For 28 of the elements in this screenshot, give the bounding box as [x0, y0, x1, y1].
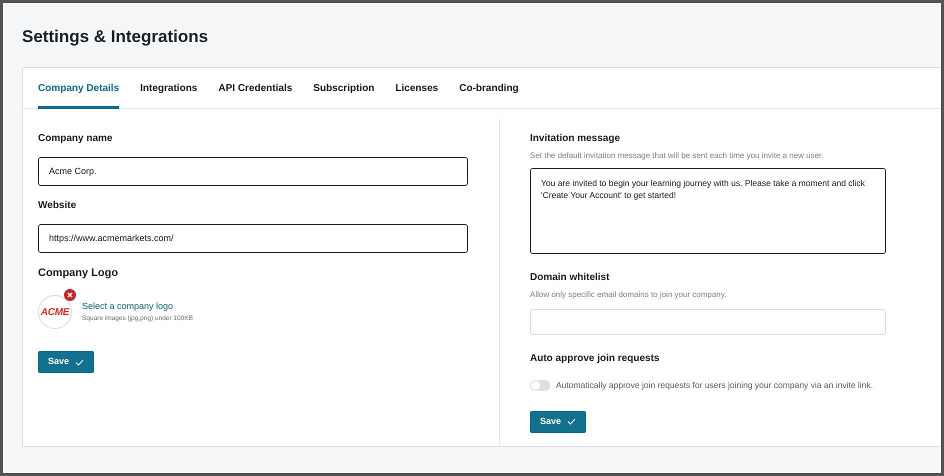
text-input[interactable]: https://www.acmemarkets.com/: [38, 224, 468, 253]
tab[interactable]: Integrations: [140, 68, 198, 109]
domain-input[interactable]: [530, 309, 886, 335]
select-logo-link[interactable]: Select a company logo: [82, 300, 193, 312]
tab[interactable]: Subscription: [313, 68, 374, 109]
field-label: Domain whitelist: [530, 271, 610, 285]
field-label: Company Logo: [38, 266, 120, 281]
message-textarea[interactable]: You are invited to begin your learning journey with us. Please take a moment and click 'Create Your Account' to get started!: [530, 168, 886, 254]
tab[interactable]: API Credentials: [218, 68, 292, 109]
tab[interactable]: Company Details: [38, 68, 120, 109]
tab[interactable]: Co-branding: [459, 68, 519, 109]
page-title: Settings & Integrations: [22, 26, 210, 48]
text-input[interactable]: Acme Corp.: [38, 157, 468, 186]
field-description: Allow only specific email domains to join your company.: [530, 289, 728, 301]
toggle-switch[interactable]: [530, 380, 550, 391]
save-button[interactable]: Save: [530, 410, 586, 433]
check-icon: [75, 358, 84, 366]
field-label: Invitation message: [530, 132, 622, 146]
toggle-label: Automatically approve join requests for users joining your company via an invite link.: [556, 379, 874, 392]
field-description: Set the default invitation message that will be sent each time you invite a new user.: [530, 150, 824, 162]
field-label: Auto approve join requests: [530, 352, 660, 366]
check-icon: [567, 418, 576, 426]
company-logo: ACME: [38, 295, 72, 329]
remove-icon[interactable]: [64, 289, 76, 301]
field-label: Company name: [38, 132, 114, 146]
field-label: Website: [38, 199, 78, 213]
save-button[interactable]: Save: [38, 351, 94, 373]
tab[interactable]: Licenses: [395, 68, 438, 109]
